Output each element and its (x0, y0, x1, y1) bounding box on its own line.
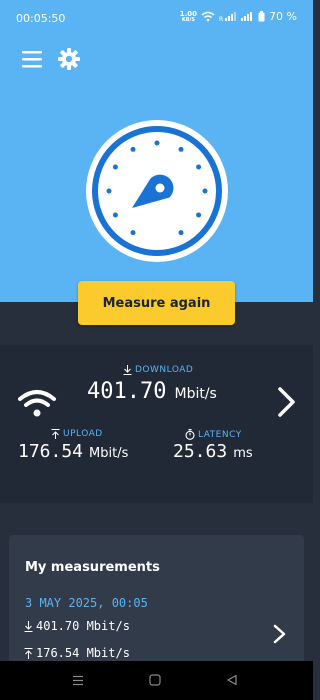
measurement-download: 401.70 Mbit/s (36, 619, 130, 633)
chevron-right-icon[interactable] (272, 623, 288, 645)
my-measurements-card[interactable]: My measurements 3 MAY 2025, 00:05 401.70… (9, 535, 304, 675)
measurement-date: 3 MAY 2025, 00:05 (25, 596, 148, 610)
stopwatch-icon (185, 429, 195, 440)
download-label-text: DOWNLOAD (135, 365, 194, 375)
upload-label-text: UPLOAD (63, 429, 103, 439)
latency-label-text: LATENCY (198, 429, 242, 440)
upload-arrow-icon (24, 647, 33, 659)
card-title: My measurements (25, 560, 160, 575)
signal-r-icon: R (219, 12, 237, 22)
battery-percent: 70 % (269, 10, 297, 23)
download-arrow-icon (24, 620, 33, 632)
signal-icon (241, 12, 253, 21)
measure-again-button[interactable]: Measure again (78, 281, 235, 325)
app-toolbar (0, 44, 313, 76)
latency-value-number: 25.63 (173, 441, 228, 462)
back-icon[interactable] (226, 674, 238, 686)
download-value: 401.70 Mbit/s (87, 379, 217, 404)
upload-arrow-icon (51, 429, 60, 439)
download-value-number: 401.70 (87, 379, 167, 404)
status-icons: 1.00 KB/S R 70 % (180, 10, 297, 23)
upload-value-unit: Mbit/s (89, 446, 129, 461)
latency-value-unit: ms (233, 446, 253, 461)
wifi-status-icon (201, 11, 215, 22)
measurement-upload: 176.54 Mbit/s (36, 646, 130, 660)
hero-section: 00:05:50 1.00 KB/S R 70 % (0, 0, 313, 302)
latency-value: 25.63 ms (173, 441, 253, 462)
speedometer-gauge-icon (86, 120, 228, 262)
network-speed: 1.00 KB/S (179, 9, 198, 23)
latency-label: LATENCY (185, 429, 242, 440)
upload-value: 176.54 Mbit/s (18, 441, 128, 462)
status-time: 00:05:50 (16, 12, 66, 25)
network-speed-unit: KB/S (181, 16, 195, 23)
download-arrow-icon (123, 365, 132, 375)
system-nav-bar (0, 661, 313, 700)
measurement-upload-row: 176.54 Mbit/s (24, 646, 130, 660)
upload-label: UPLOAD (51, 429, 103, 439)
network-speed-value: 1.00 (179, 9, 198, 18)
download-value-unit: Mbit/s (174, 386, 217, 402)
chevron-right-icon[interactable] (276, 385, 298, 419)
status-bar: 00:05:50 1.00 KB/S R 70 % (0, 0, 313, 38)
download-label: DOWNLOAD (123, 365, 193, 375)
home-icon[interactable] (149, 674, 161, 686)
results-panel[interactable]: DOWNLOAD 401.70 Mbit/s UPLOAD 176.54 Mbi… (0, 345, 313, 503)
gear-icon[interactable] (57, 47, 81, 71)
recent-apps-icon[interactable] (72, 675, 84, 686)
measurement-download-row: 401.70 Mbit/s (24, 619, 130, 633)
wifi-icon (18, 390, 56, 417)
svg-text:R: R (219, 16, 223, 22)
hamburger-menu-icon[interactable] (20, 48, 44, 70)
battery-icon (258, 11, 265, 22)
upload-value-number: 176.54 (18, 441, 84, 462)
